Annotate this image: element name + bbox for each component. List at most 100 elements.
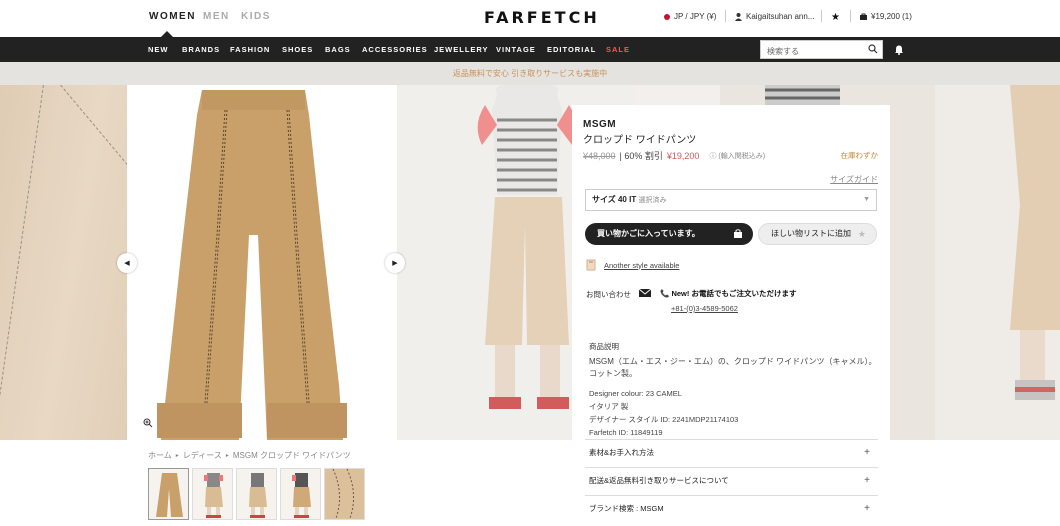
nav-vintage[interactable]: VINTAGE [496, 45, 536, 54]
wide-pants-image [157, 90, 347, 440]
breadcrumb-home[interactable]: ホーム [148, 450, 172, 461]
tax-note-text: (輸入関税込み) [718, 152, 766, 160]
price-row: ¥48,000 | 60% 割引 ¥19,200 ⓘ (輸入関税込み) [583, 149, 765, 162]
promo-banner[interactable]: 返品無料で安心 引き取りサービスも実施中 [0, 62, 1060, 85]
tax-note: ⓘ (輸入関税込み) [709, 151, 765, 161]
product-name: クロップド ワイドパンツ [583, 135, 697, 146]
phone-number-link[interactable]: +81-(0)3-4589-5062 [671, 304, 796, 313]
thumbnail[interactable] [192, 468, 233, 520]
farfetch-logo[interactable]: FARFETCH [484, 8, 600, 27]
nav-jewellery[interactable]: JEWELLERY [434, 45, 489, 54]
main-product-image[interactable] [127, 85, 397, 440]
zoom-icon[interactable] [143, 418, 153, 428]
accordion-label: 素材&お手入れ方法 [589, 448, 655, 457]
discount-label: | 60% 割引 [619, 151, 663, 161]
cart-link[interactable]: ¥19,200 (1) [850, 10, 912, 22]
breadcrumb-ladies[interactable]: レディース [183, 450, 222, 461]
nav-bags[interactable]: BAGS [325, 45, 351, 54]
made-in: イタリア 製 [589, 402, 629, 411]
cart-total: ¥19,200 (1) [871, 12, 912, 21]
model-photo-3 [1010, 85, 1060, 400]
detail-image-left [0, 85, 190, 440]
main-nav: NEW BRANDS FASHION SHOES BAGS ACCESSORIE… [0, 37, 1060, 62]
breadcrumb-current: MSGM クロップド ワイドパンツ [232, 451, 351, 460]
plus-icon: + [864, 447, 870, 458]
top-bar: WOMEN MEN KIDS FARFETCH JP / JPY (¥) Kai… [0, 0, 1060, 37]
gallery-next-button[interactable]: ▶ [385, 253, 405, 273]
original-price: ¥48,000 [583, 150, 616, 161]
thumb-model-image [249, 473, 267, 518]
nav-fashion[interactable]: FASHION [230, 45, 270, 54]
size-status: 選択済み [638, 197, 667, 204]
chevron-right-icon: ▸ [225, 453, 229, 459]
mail-icon[interactable] [639, 289, 651, 297]
nav-editorial[interactable]: EDITORIAL [547, 45, 596, 54]
farfetch-id: Farfetch ID: 11849119 [589, 428, 663, 437]
nav-accessories[interactable]: ACCESSORIES [362, 45, 428, 54]
phone-order-text: New! お電話でもご注文いただけます [671, 289, 797, 298]
promo-text: 返品無料で安心 引き取りサービスも実施中 [452, 69, 608, 78]
sale-price: ¥19,200 [666, 150, 700, 161]
japan-flag-icon [664, 13, 670, 20]
add-to-wishlist-button[interactable]: ほしい物リストに追加 ★ [758, 223, 877, 245]
gender-tab-men[interactable]: MEN [203, 11, 230, 22]
divider [821, 10, 822, 22]
gender-tab-women[interactable]: WOMEN [149, 11, 196, 37]
product-specs: Designer colour: 23 CAMEL イタリア 製 デザイナー ス… [589, 387, 738, 439]
thumbnail[interactable] [148, 468, 189, 520]
brand-name[interactable]: MSGM [583, 119, 616, 130]
thumbnail[interactable] [280, 468, 321, 520]
search-input[interactable] [761, 43, 861, 60]
nav-sale[interactable]: SALE [606, 45, 630, 54]
add-to-bag-button[interactable]: 買い物かごに入っています。 [585, 223, 753, 245]
accordion-shipping[interactable]: 配送&返品無料引き取りサービスについて + [585, 467, 878, 493]
hanger-icon [586, 259, 596, 271]
thumbnail[interactable] [236, 468, 277, 520]
wishlist-link[interactable]: ★ [821, 10, 840, 23]
description-title: 商品説明 [589, 342, 619, 351]
nav-brands[interactable]: BRANDS [182, 45, 220, 54]
account-menu[interactable]: Kaigaitsuhan ann... [725, 10, 815, 22]
stitch-line [0, 85, 44, 440]
bag-icon [734, 229, 742, 238]
gender-tab-kids[interactable]: KIDS [241, 11, 271, 22]
chevron-left-icon: ◀ [124, 260, 130, 267]
accordion-label: ブランド検索 : MSGM [589, 504, 664, 513]
star-icon: ★ [831, 12, 840, 23]
bag-icon [860, 13, 867, 20]
star-icon: ★ [857, 229, 866, 239]
wishlist-label: ほしい物リストに追加 [771, 229, 851, 238]
contact-label: お問い合わせ [586, 290, 631, 299]
size-selector[interactable]: サイズ 40 IT 選択済み ▼ [585, 189, 877, 211]
phone-icon: 📞 [660, 289, 670, 298]
thumbnail[interactable] [324, 468, 365, 520]
description-text: MSGM（エム・エス・ジー・エム）の、クロップド ワイドパンツ（キャメル）。コッ… [589, 357, 877, 378]
chevron-right-icon: ▸ [175, 453, 179, 459]
accordion-materials[interactable]: 素材&お手入れ方法 + [585, 439, 878, 465]
size-label: サイズ 40 IT [592, 195, 637, 204]
nav-new[interactable]: NEW [148, 45, 169, 54]
nav-shoes[interactable]: SHOES [282, 45, 313, 54]
gallery-prev-button[interactable]: ◀ [117, 253, 137, 273]
add-to-bag-label: 買い物かごに入っています。 [597, 229, 700, 238]
another-style-text: Another style available [604, 260, 680, 270]
another-style-link[interactable]: Another style available [586, 259, 679, 271]
search-icon[interactable] [868, 44, 878, 54]
divider [850, 10, 851, 22]
thumb-model-image [204, 473, 223, 518]
product-info-panel: MSGM クロップド ワイドパンツ ¥48,000 | 60% 割引 ¥19,2… [572, 105, 890, 526]
search-box [760, 40, 883, 60]
thumb-model-image [292, 473, 311, 518]
stock-note: 在庫わずか [840, 151, 879, 160]
accordion-label: 配送&返品無料引き取りサービスについて [589, 476, 729, 485]
plus-icon: + [864, 475, 870, 486]
thumbnail-strip [148, 468, 365, 520]
region-selector[interactable]: JP / JPY (¥) [664, 12, 716, 21]
breadcrumb: ホーム ▸ レディース ▸ MSGM クロップド ワイドパンツ [148, 450, 351, 461]
region-label: JP / JPY (¥) [674, 12, 717, 21]
size-guide-link[interactable]: サイズガイド [830, 174, 878, 185]
product-gallery: ◀ ▶ [0, 85, 1060, 440]
bell-icon[interactable] [894, 44, 904, 55]
info-icon[interactable]: ⓘ [709, 153, 716, 160]
accordion-brand-search[interactable]: ブランド検索 : MSGM + [585, 495, 878, 521]
